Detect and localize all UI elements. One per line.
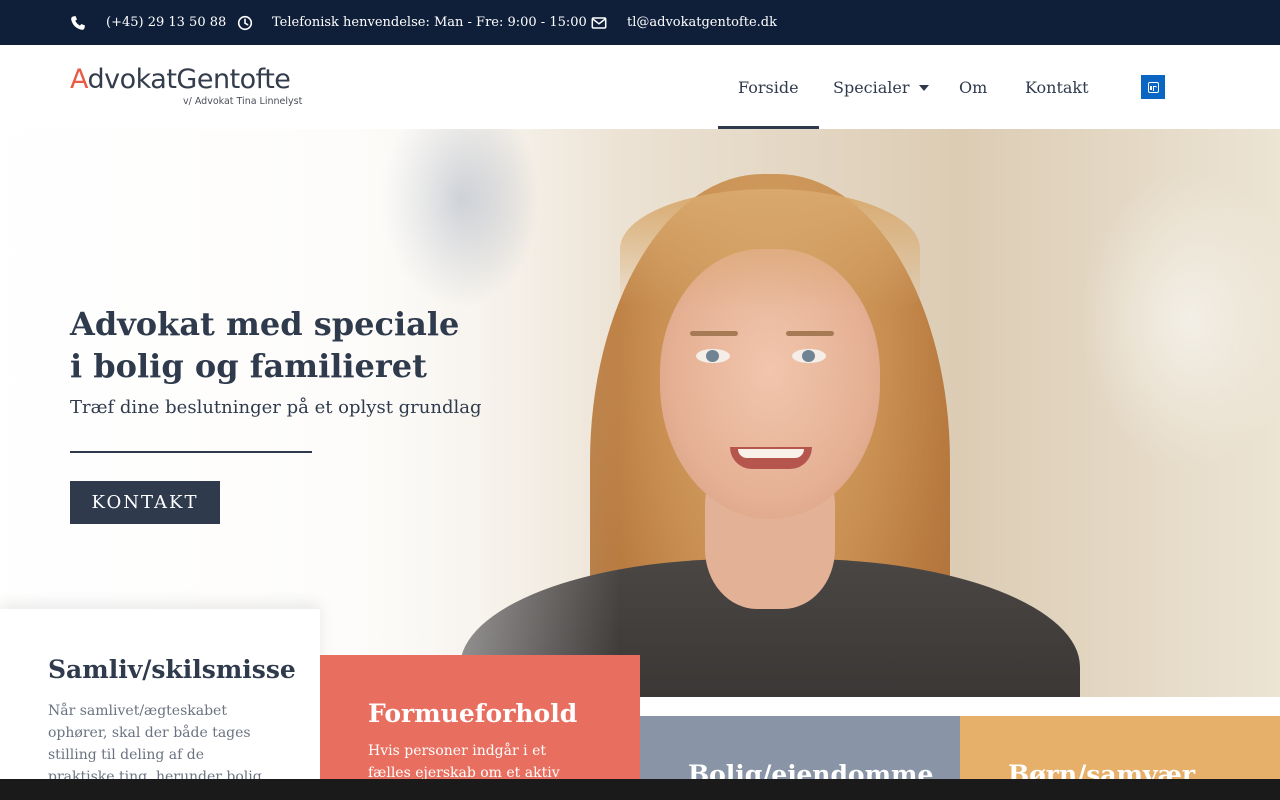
nav-item-forside[interactable]: Forside	[718, 45, 818, 129]
hero-content: Advokat med speciale i bolig og familier…	[70, 303, 490, 524]
site-logo[interactable]: AdvokatGentofte v/ Advokat Tina Linnelys…	[70, 65, 303, 115]
background-blur	[1080, 169, 1280, 469]
nav-item-om[interactable]: Om	[959, 45, 987, 129]
kontakt-button[interactable]: KONTAKT	[70, 481, 220, 524]
nav-label: Specialer	[833, 77, 910, 97]
service-card-samliv[interactable]: Samliv/skilsmisse Når samlivet/ægteskabe…	[0, 609, 320, 800]
phone-icon	[70, 15, 86, 31]
bottom-bar	[0, 779, 1280, 800]
nav-label: Kontakt	[1025, 77, 1089, 97]
topbar-email[interactable]: tl@advokatgentofte.dk	[591, 0, 777, 45]
logo-letter-a: A	[70, 64, 88, 95]
nav-item-specialer[interactable]: Specialer	[833, 45, 929, 129]
nav-item-kontakt[interactable]: Kontakt	[1025, 45, 1089, 129]
logo-subtitle: v/ Advokat Tina Linnelyst	[183, 96, 303, 107]
nav-label: Forside	[738, 77, 799, 97]
topbar-phone-text: (+45) 29 13 50 88	[106, 15, 227, 30]
nav-label: Om	[959, 77, 988, 97]
card-title: Samliv/skilsmisse	[48, 655, 296, 684]
envelope-icon	[591, 15, 607, 31]
topbar-phone[interactable]: (+45) 29 13 50 88	[70, 0, 226, 45]
linkedin-icon[interactable]	[1141, 75, 1165, 99]
hero-subtitle: Træf dine beslutninger på et oplyst grun…	[70, 397, 482, 418]
topbar-hours-text: Telefonisk henvendelse: Man - Fre: 9:00 …	[272, 15, 587, 30]
top-info-bar: (+45) 29 13 50 88 Telefonisk henvendelse…	[0, 0, 1280, 45]
hero-title-line: i bolig og familieret	[70, 347, 427, 385]
section-spacer	[640, 697, 1280, 716]
card-title: Formueforhold	[368, 699, 578, 728]
hero-divider	[70, 451, 312, 453]
hero-title-line: Advokat med speciale	[70, 305, 460, 343]
logo-wordmark: AdvokatGentofte	[70, 65, 300, 95]
topbar-email-text: tl@advokatgentofte.dk	[627, 15, 777, 30]
hero-title: Advokat med speciale i bolig og familier…	[70, 303, 490, 387]
site-header: AdvokatGentofte v/ Advokat Tina Linnelys…	[0, 45, 1280, 129]
topbar-hours: Telefonisk henvendelse: Man - Fre: 9:00 …	[237, 0, 587, 45]
chevron-down-icon	[918, 85, 929, 91]
clock-icon	[237, 15, 253, 31]
logo-text: dvokatGentofte	[87, 64, 291, 95]
